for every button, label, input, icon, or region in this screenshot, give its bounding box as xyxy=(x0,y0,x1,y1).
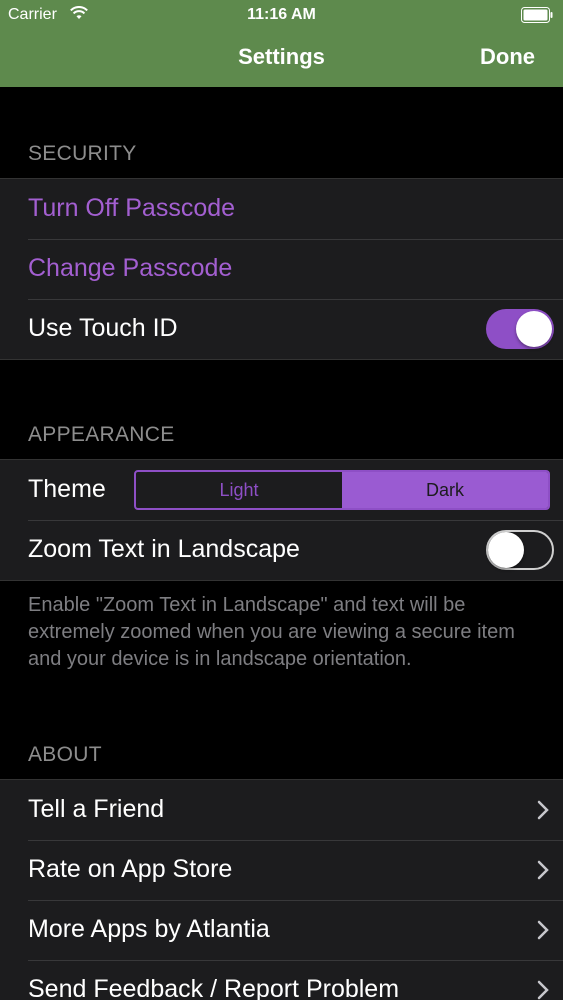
about-group: Tell a Friend Rate on App Store More App… xyxy=(0,779,563,1000)
done-button[interactable]: Done xyxy=(480,44,535,70)
zoom-text-label: Zoom Text in Landscape xyxy=(28,535,300,563)
rate-on-app-store-label: Rate on App Store xyxy=(28,855,233,883)
more-apps-row[interactable]: More Apps by Atlantia xyxy=(0,900,563,960)
tell-a-friend-row[interactable]: Tell a Friend xyxy=(0,780,563,840)
section-header-appearance: APPEARANCE xyxy=(28,423,175,446)
tell-a-friend-label: Tell a Friend xyxy=(28,795,165,823)
security-group: Turn Off Passcode Change Passcode Use To… xyxy=(0,178,563,360)
theme-option-light[interactable]: Light xyxy=(136,472,342,508)
send-feedback-label: Send Feedback / Report Problem xyxy=(28,975,400,1000)
rate-on-app-store-row[interactable]: Rate on App Store xyxy=(0,840,563,900)
zoom-text-footer-note: Enable "Zoom Text in Landscape" and text… xyxy=(28,594,515,670)
turn-off-passcode-row[interactable]: Turn Off Passcode xyxy=(0,179,563,239)
chevron-right-icon xyxy=(537,920,549,940)
touch-id-row: Use Touch ID xyxy=(0,299,563,359)
theme-option-dark[interactable]: Dark xyxy=(342,472,548,508)
chevron-right-icon xyxy=(537,800,549,820)
page-title: Settings xyxy=(238,44,325,69)
toggle-knob xyxy=(516,311,552,347)
theme-segmented-control[interactable]: Light Dark xyxy=(134,470,550,510)
section-header-security: SECURITY xyxy=(28,142,137,165)
status-bar: Carrier 11:16 AM xyxy=(0,0,563,30)
battery-icon xyxy=(521,7,553,23)
toggle-knob xyxy=(488,532,524,568)
zoom-text-toggle[interactable] xyxy=(486,530,554,570)
touch-id-label: Use Touch ID xyxy=(28,314,178,342)
chevron-right-icon xyxy=(537,860,549,880)
appearance-group: Theme Light Dark Zoom Text in Landscape xyxy=(0,459,563,581)
change-passcode-row[interactable]: Change Passcode xyxy=(0,239,563,299)
zoom-text-row: Zoom Text in Landscape xyxy=(0,520,563,580)
touch-id-toggle[interactable] xyxy=(486,309,554,349)
theme-label: Theme xyxy=(28,475,106,503)
turn-off-passcode-label: Turn Off Passcode xyxy=(28,194,236,222)
theme-row: Theme Light Dark xyxy=(0,460,563,520)
change-passcode-label: Change Passcode xyxy=(28,254,233,282)
send-feedback-row[interactable]: Send Feedback / Report Problem xyxy=(0,960,563,1000)
navigation-bar: Settings Done xyxy=(0,30,563,87)
chevron-right-icon xyxy=(537,980,549,1000)
more-apps-label: More Apps by Atlantia xyxy=(28,915,270,943)
status-time: 11:16 AM xyxy=(247,6,316,23)
section-header-about: ABOUT xyxy=(28,743,102,766)
